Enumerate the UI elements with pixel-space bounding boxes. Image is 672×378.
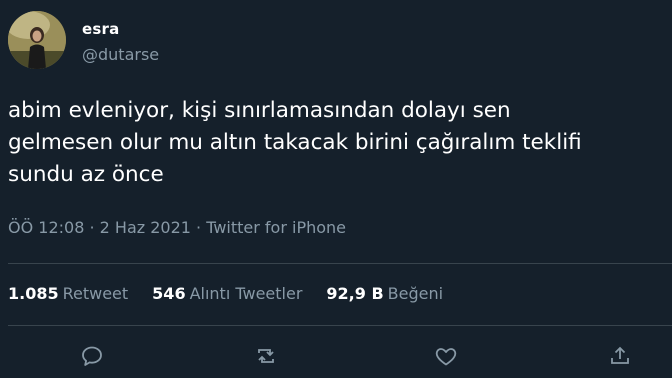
tweet-text-line: abim evleniyor, kişi sınırlamasından dol…	[8, 98, 511, 123]
divider	[8, 325, 672, 326]
tweet-text-line: sundu az önce	[8, 162, 164, 187]
heart-icon	[435, 348, 457, 366]
like-label: Beğeni	[387, 284, 444, 303]
divider	[8, 263, 672, 264]
retweet-label: Retweet	[62, 284, 129, 303]
share-icon	[611, 346, 629, 364]
reply-button[interactable]	[78, 342, 106, 370]
avatar[interactable]	[8, 11, 66, 69]
tweet-stats: 1.085 Retweet 546 Alıntı Tweetler 92,9 B Be…	[8, 284, 467, 303]
tweet-text: abim evleniyor, kişi sınırlamasından dol…	[8, 95, 668, 191]
user-handle[interactable]: @dutarse	[82, 45, 159, 64]
quote-stat[interactable]: 546 Alıntı Tweetler	[152, 284, 302, 303]
display-name[interactable]: esra	[82, 20, 119, 38]
share-button[interactable]	[606, 342, 634, 370]
quote-count: 546	[152, 284, 186, 303]
tweet-timestamp-source[interactable]: ÖÖ 12:08 · 2 Haz 2021 · Twitter for iPho…	[8, 218, 346, 237]
quote-label: Alıntı Tweetler	[189, 284, 303, 303]
profile-photo-icon	[8, 11, 66, 69]
retweet-stat[interactable]: 1.085 Retweet	[8, 284, 128, 303]
like-stat[interactable]: 92,9 B Beğeni	[326, 284, 443, 303]
reply-icon	[82, 346, 102, 366]
like-button[interactable]	[432, 342, 460, 370]
retweet-icon	[258, 349, 274, 363]
retweet-count: 1.085	[8, 284, 59, 303]
tweet-text-line: gelmesen olur mu altın takacak birini ça…	[8, 130, 582, 155]
like-count: 92,9 B	[326, 284, 384, 303]
retweet-button[interactable]	[252, 342, 280, 370]
